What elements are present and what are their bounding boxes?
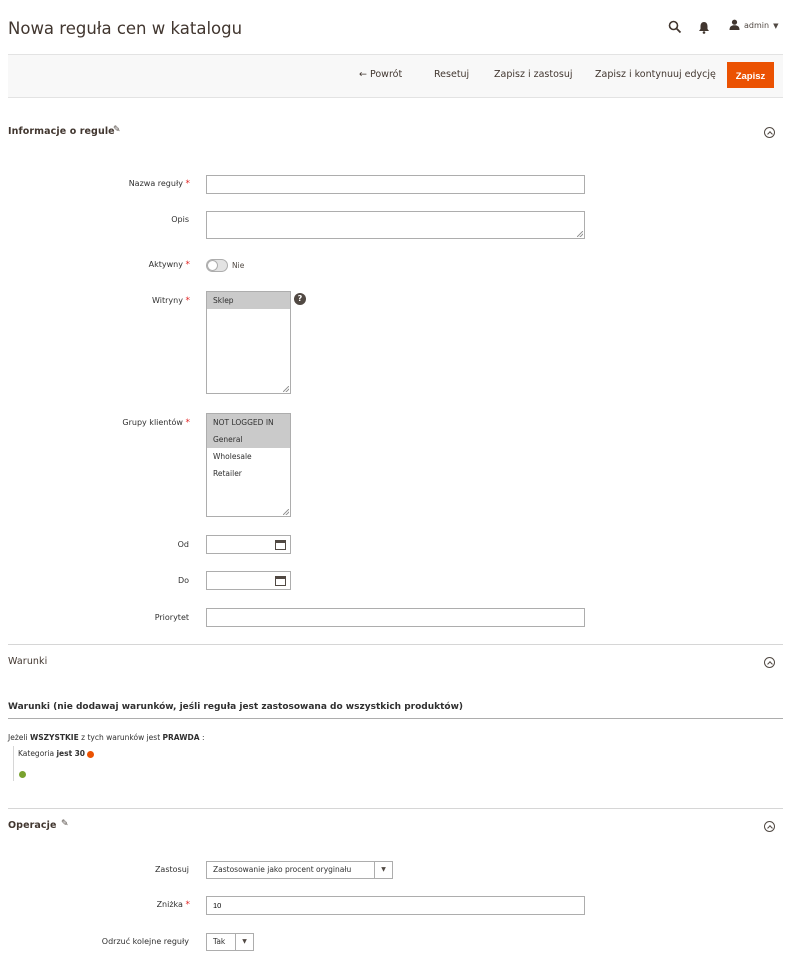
websites-option[interactable]: Sklep	[207, 292, 290, 309]
section-title-rule-info[interactable]: Informacje o regule	[8, 126, 115, 137]
collapse-icon[interactable]	[764, 821, 775, 832]
priority-input[interactable]	[206, 608, 585, 627]
section-divider	[8, 808, 783, 809]
customer-group-option[interactable]: Retailer	[207, 465, 290, 482]
aggregator-toggle[interactable]: WSZYSTKIE	[30, 733, 79, 742]
active-state-text: Nie	[232, 261, 245, 270]
calendar-icon[interactable]	[275, 576, 286, 586]
rule-name-input[interactable]	[206, 175, 585, 194]
websites-multiselect[interactable]: Sklep	[206, 291, 291, 394]
collapse-icon[interactable]	[764, 127, 775, 138]
search-icon[interactable]	[668, 19, 682, 34]
priority-label: Priorytet	[154, 613, 189, 622]
save-continue-button[interactable]: Zapisz i kontynuuj edycję	[595, 62, 716, 88]
customer-groups-multiselect[interactable]: NOT LOGGED IN General Wholesale Retailer	[206, 413, 291, 517]
chevron-down-icon: ▼	[374, 862, 392, 878]
apply-label: Zastosuj	[154, 865, 189, 874]
condition-operator[interactable]: jest	[56, 749, 72, 758]
reset-button[interactable]: Resetuj	[434, 62, 469, 88]
save-apply-button[interactable]: Zapisz i zastosuj	[494, 62, 573, 88]
to-date-label: Do	[177, 576, 189, 585]
chevron-down-icon: ▼	[235, 934, 253, 950]
user-name: admin	[744, 21, 770, 30]
calendar-icon[interactable]	[275, 540, 286, 550]
customer-group-option[interactable]: Wholesale	[207, 448, 290, 465]
customer-groups-label: Grupy klientów *	[122, 418, 190, 428]
value-toggle[interactable]: PRAWDA	[163, 733, 200, 742]
bell-icon[interactable]	[698, 19, 712, 34]
active-toggle[interactable]	[206, 259, 228, 272]
section-title-conditions[interactable]: Warunki	[8, 656, 47, 667]
collapse-icon[interactable]	[764, 657, 775, 668]
discard-rules-label: Odrzuć kolejne reguły	[101, 937, 189, 946]
description-textarea[interactable]	[206, 211, 585, 239]
condition-value[interactable]: 30	[75, 749, 85, 758]
pencil-icon: ✎	[113, 125, 121, 135]
description-label: Opis	[171, 215, 189, 224]
pencil-icon: ✎	[61, 819, 69, 829]
conditions-divider	[8, 718, 783, 719]
user-menu[interactable]: admin ▼	[729, 19, 778, 32]
back-button[interactable]: ← Powrót	[359, 62, 402, 88]
customer-group-option[interactable]: General	[207, 431, 290, 448]
condition-item: Kategoria jest 30	[18, 749, 95, 758]
section-divider	[8, 644, 783, 645]
conditions-root-line: Jeżeli WSZYSTKIE z tych warunków jest PR…	[8, 733, 205, 742]
section-title-operations[interactable]: Operacje	[8, 820, 57, 831]
customer-group-option[interactable]: NOT LOGGED IN	[207, 414, 290, 431]
remove-condition-icon[interactable]	[87, 750, 95, 758]
discard-rules-select[interactable]: Tak ▼	[206, 933, 254, 951]
apply-select[interactable]: Zastosowanie jako procent oryginału ▼	[206, 861, 393, 879]
save-button[interactable]: Zapisz	[727, 62, 774, 88]
discount-input[interactable]	[206, 896, 585, 915]
help-icon[interactable]: ?	[294, 293, 306, 305]
from-date-label: Od	[177, 540, 189, 549]
page-title: Nowa reguła cen w katalogu	[8, 19, 243, 38]
active-label: Aktywny *	[148, 260, 190, 270]
add-condition-icon[interactable]	[19, 771, 26, 778]
condition-tree-line	[13, 746, 14, 781]
chevron-down-icon: ▼	[773, 21, 779, 30]
user-icon	[729, 19, 740, 32]
conditions-heading: Warunki (nie dodawaj warunków, jeśli reg…	[8, 702, 464, 712]
discount-label: Zniżka *	[156, 900, 190, 910]
websites-label: Witryny *	[152, 296, 190, 306]
rule-name-label: Nazwa reguły *	[128, 179, 190, 189]
